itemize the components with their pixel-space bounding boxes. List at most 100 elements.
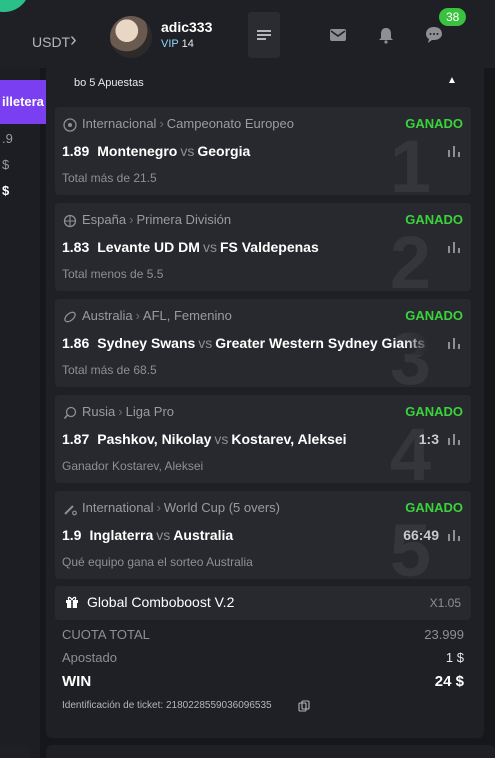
league-name: World Cup (5 overs) xyxy=(163,500,280,515)
league-path: Australia › AFL, Femenino xyxy=(82,308,232,323)
away-team: Australia xyxy=(173,527,234,543)
bet-event: 1.86 Sydney Swans vs Greater Western Sydney… xyxy=(62,335,425,351)
vip-level-value: 14 xyxy=(181,38,194,50)
collapse-caret-icon[interactable]: ▲ xyxy=(447,75,457,86)
mail-icon[interactable] xyxy=(329,26,347,44)
bet-market: Total más de 68.5 xyxy=(62,363,157,377)
left-value: $ xyxy=(2,157,10,172)
bet-card[interactable]: Rusia › Liga Pro GANADO 4 1.87 Pashkov, Nik… xyxy=(55,395,471,483)
chevron-right-icon: › xyxy=(159,116,164,131)
total-odds-value: 23.999 xyxy=(424,627,464,642)
league-country: Australia xyxy=(82,308,133,323)
bet-event: 1.83 Levante UD DM vs FS Valdepenas xyxy=(62,239,319,255)
currency-selector[interactable]: USDT xyxy=(32,34,70,50)
bet-market: Ganador Kostarev, Aleksei xyxy=(62,459,204,473)
league-path: Internacional › Campeonato Europeo xyxy=(82,116,294,131)
win-label: WIN xyxy=(62,673,92,690)
stats-icon[interactable] xyxy=(447,145,461,157)
gift-icon xyxy=(66,596,78,608)
stake-value: 1 $ xyxy=(445,650,464,665)
bet-event: 1.89 Montenegro vs Georgia xyxy=(62,143,250,159)
league-country: International xyxy=(82,500,154,515)
win-value: 24 $ xyxy=(434,673,464,690)
league-path: International › World Cup (5 overs) xyxy=(82,500,280,515)
bet-card[interactable]: International › World Cup (5 overs) GANADO… xyxy=(55,491,471,579)
rugby-ball-icon xyxy=(64,311,76,323)
list-icon xyxy=(257,30,271,40)
bet-odds: 1.89 xyxy=(62,143,90,159)
home-team: Levante UD DM xyxy=(97,239,200,255)
stats-icon[interactable] xyxy=(447,337,461,349)
league-name: Primera División xyxy=(136,212,232,227)
league-country: España xyxy=(82,212,127,227)
bell-icon[interactable] xyxy=(377,26,395,44)
vs-label: vs xyxy=(202,239,217,255)
bet-market: Qué equipo gana el sorteo Australia xyxy=(62,555,253,569)
chevron-right-icon: › xyxy=(156,500,161,515)
username[interactable]: adic333 xyxy=(161,19,212,35)
bet-index: 5 xyxy=(389,509,431,580)
vip-level: VIP 14 xyxy=(161,38,194,50)
bet-market: Total más de 21.5 xyxy=(62,171,157,185)
avatar[interactable] xyxy=(110,16,152,58)
home-team: Pashkov, Nikolay xyxy=(97,431,212,447)
home-team: Inglaterra xyxy=(89,527,154,543)
home-team: Sydney Swans xyxy=(97,335,196,351)
left-bottom-card xyxy=(0,745,30,758)
away-team: FS Valdepenas xyxy=(219,239,319,255)
logo-shape[interactable] xyxy=(0,0,30,12)
league-name: Campeonato Europeo xyxy=(166,116,294,131)
ticket-id: Identificación de ticket: 21802285590360… xyxy=(62,700,272,711)
vs-label: vs xyxy=(180,143,195,159)
bet-card[interactable]: Australia›AFL, Femenino GANADO 3 1.86Syd… xyxy=(55,299,471,387)
match-score: 1:3 xyxy=(418,431,439,447)
menu-button[interactable] xyxy=(248,12,280,58)
vip-prefix: VIP xyxy=(161,38,179,50)
stats-icon[interactable] xyxy=(447,241,461,253)
chat-icon[interactable] xyxy=(425,26,443,44)
away-team: Georgia xyxy=(197,143,251,159)
soccer-icon xyxy=(63,118,77,132)
vs-label: vs xyxy=(198,335,213,351)
panel-title: bo 5 Apuestas xyxy=(74,77,144,89)
bet-card[interactable]: Internacional › Campeonato Europeo GANADO … xyxy=(55,107,471,195)
league-path: Rusia › Liga Pro xyxy=(82,404,174,419)
stake-label: Apostado xyxy=(62,650,117,665)
bet-odds: 1.87 xyxy=(62,431,90,447)
away-team: Greater Western Sydney Giants xyxy=(215,335,426,351)
bet-event: 1.9 Inglaterra vs Australia xyxy=(62,527,233,543)
league-name: AFL, Femenino xyxy=(142,308,232,323)
basketball-icon xyxy=(63,214,77,228)
chevron-right-icon: › xyxy=(129,212,134,227)
bet-index: 1 xyxy=(389,125,431,196)
home-team: Montenegro xyxy=(97,143,178,159)
text-fade xyxy=(403,329,443,355)
chevron-right-icon[interactable]: › xyxy=(70,29,77,52)
league-name: Liga Pro xyxy=(125,404,175,419)
next-card-edge xyxy=(46,745,495,758)
left-values: .9 $ $ xyxy=(2,126,13,204)
left-value: .9 xyxy=(2,131,13,146)
chevron-right-icon: › xyxy=(118,404,123,419)
copy-icon[interactable] xyxy=(298,700,310,712)
vs-label: vs xyxy=(214,431,229,447)
comboboost-row: Global Comboboost V.2 X1.05 xyxy=(55,586,471,620)
notification-badge: 38 xyxy=(439,8,467,26)
bet-index: 4 xyxy=(389,413,431,484)
league-country: Internacional xyxy=(82,116,157,131)
cricket-icon xyxy=(64,505,77,516)
stats-icon[interactable] xyxy=(447,433,461,445)
chevron-right-icon: › xyxy=(135,308,140,323)
bet-event: 1.87 Pashkov, Nikolay vs Kostarev, Aleksei xyxy=(62,431,347,447)
bet-market: Total menos de 5.5 xyxy=(62,267,164,281)
bet-card[interactable]: España › Primera División GANADO 2 1.83 Lev… xyxy=(55,203,471,291)
bet-odds: 1.9 xyxy=(62,527,82,543)
stats-icon[interactable] xyxy=(447,529,461,541)
away-team: Kostarev, Aleksei xyxy=(231,431,347,447)
table-tennis-icon xyxy=(63,406,77,420)
comboboost-label: Global Comboboost V.2 xyxy=(87,594,235,610)
total-odds-label: CUOTA TOTAL xyxy=(62,627,150,642)
bet-index: 2 xyxy=(389,221,431,292)
bet-odds: 1.86 xyxy=(62,335,90,351)
comboboost-multiplier: X1.05 xyxy=(429,596,461,610)
